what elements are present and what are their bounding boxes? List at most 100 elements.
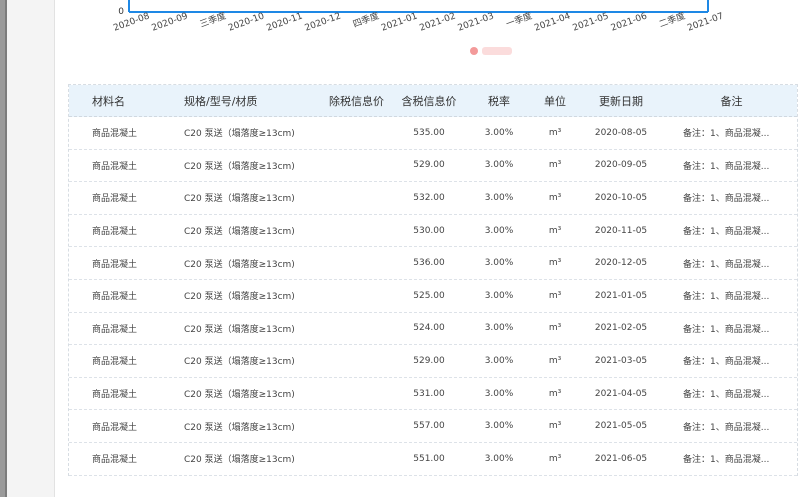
cell-unit: m³	[548, 225, 562, 236]
cell-price-pre-tax	[319, 182, 394, 214]
x-axis-label: 2020-12	[304, 11, 343, 33]
cell-note[interactable]: 备注：1、商品混凝...	[666, 410, 797, 442]
cell-note[interactable]: 备注：1、商品混凝...	[666, 247, 797, 279]
price-table: 材料名 规格/型号/材质 除税信息价 含税信息价 税率 单位 更新日期 备注 商…	[68, 84, 798, 476]
cell-spec: C20 泵送（塌落度≥13cm)	[184, 292, 295, 303]
cell-unit: m³	[548, 421, 562, 432]
cell-price-tax: 529.00	[413, 355, 445, 366]
cell-spec: C20 泵送（塌落度≥13cm)	[184, 161, 295, 172]
cell-update-date: 2021-05-05	[594, 421, 648, 432]
table-row[interactable]: 商品混凝土 C20 泵送（塌落度≥13cm) 529.00 3.00% m³ 2…	[69, 150, 797, 183]
x-axis-label: 2021-03	[457, 11, 496, 33]
cell-note[interactable]: 备注：1、商品混凝...	[666, 443, 797, 475]
cell-price-pre-tax	[319, 150, 394, 182]
table-row[interactable]: 商品混凝土 C20 泵送（塌落度≥13cm) 529.00 3.00% m³ 2…	[69, 345, 797, 378]
header-unit[interactable]: 单位	[534, 85, 576, 116]
cell-price-pre-tax	[319, 247, 394, 279]
cell-note[interactable]: 备注：1、商品混凝...	[666, 345, 797, 377]
cell-tax-rate: 3.00%	[484, 258, 514, 269]
cell-tax-rate: 3.00%	[484, 421, 514, 432]
header-price-tax[interactable]: 含税信息价	[394, 85, 464, 116]
cell-note[interactable]: 备注：1、商品混凝...	[666, 182, 797, 214]
x-axis-label: 2020-10	[227, 11, 266, 33]
table-row[interactable]: 商品混凝土 C20 泵送（塌落度≥13cm) 530.00 3.00% m³ 2…	[69, 215, 797, 248]
x-axis-label: 2021-06	[610, 11, 649, 33]
table-header: 材料名 规格/型号/材质 除税信息价 含税信息价 税率 单位 更新日期 备注	[69, 85, 797, 117]
cell-price-pre-tax	[319, 345, 394, 377]
cell-material-name: 商品混凝土	[92, 455, 138, 466]
cell-tax-rate: 3.00%	[484, 127, 514, 138]
cell-material-name: 商品混凝土	[92, 324, 138, 335]
table-row[interactable]: 商品混凝土 C20 泵送（塌落度≥13cm) 536.00 3.00% m³ 2…	[69, 247, 797, 280]
table-row[interactable]: 商品混凝土 C20 泵送（塌落度≥13cm) 531.00 3.00% m³ 2…	[69, 378, 797, 411]
header-note[interactable]: 备注	[666, 85, 797, 116]
cell-unit: m³	[548, 323, 562, 334]
cell-spec: C20 泵送（塌落度≥13cm)	[184, 259, 295, 270]
cell-material-name: 商品混凝土	[92, 161, 138, 172]
header-material-name[interactable]: 材料名	[69, 85, 167, 116]
table-row[interactable]: 商品混凝土 C20 泵送（塌落度≥13cm) 524.00 3.00% m³ 2…	[69, 313, 797, 346]
cell-tax-rate: 3.00%	[484, 388, 514, 399]
cell-material-name: 商品混凝土	[92, 227, 138, 238]
cell-update-date: 2020-09-05	[594, 160, 648, 171]
cell-unit: m³	[548, 355, 562, 366]
cell-material-name: 商品混凝土	[92, 390, 138, 401]
header-tax-rate[interactable]: 税率	[464, 85, 534, 116]
table-row[interactable]: 商品混凝土 C20 泵送（塌落度≥13cm) 551.00 3.00% m³ 2…	[69, 443, 797, 476]
cell-unit: m³	[548, 258, 562, 269]
table-row[interactable]: 商品混凝土 C20 泵送（塌落度≥13cm) 557.00 3.00% m³ 2…	[69, 410, 797, 443]
cell-update-date: 2021-06-05	[594, 453, 648, 464]
cell-price-tax: 530.00	[413, 225, 445, 236]
y-axis-tick-0: 0	[118, 7, 124, 17]
cell-price-tax: 535.00	[413, 127, 445, 138]
cell-note[interactable]: 备注：1、商品混凝...	[666, 150, 797, 182]
cell-update-date: 2020-11-05	[594, 225, 648, 236]
cell-material-name: 商品混凝土	[92, 194, 138, 205]
x-axis-label: 2021-07	[686, 11, 725, 33]
header-update-date[interactable]: 更新日期	[576, 85, 666, 116]
cell-price-tax: 532.00	[413, 192, 445, 203]
price-trend-chart: 0 2020-08 2020-09 三季度 2020-10 2020-11 2020-12…	[56, 0, 805, 66]
cell-price-tax: 551.00	[413, 453, 445, 464]
cell-price-pre-tax	[319, 443, 394, 475]
x-axis-label: 2020-09	[151, 11, 190, 33]
cell-spec: C20 泵送（塌落度≥13cm)	[184, 227, 295, 238]
cell-note[interactable]: 备注：1、商品混凝...	[666, 117, 797, 149]
cell-price-pre-tax	[319, 378, 394, 410]
cell-note[interactable]: 备注：1、商品混凝...	[666, 280, 797, 312]
cell-update-date: 2021-03-05	[594, 355, 648, 366]
cell-tax-rate: 3.00%	[484, 160, 514, 171]
cell-tax-rate: 3.00%	[484, 453, 514, 464]
cell-unit: m³	[548, 453, 562, 464]
cell-update-date: 2021-04-05	[594, 388, 648, 399]
cell-spec: C20 泵送（塌落度≥13cm)	[184, 194, 295, 205]
x-axis-label: 2021-01	[380, 11, 419, 33]
cell-spec: C20 泵送（塌落度≥13cm)	[184, 455, 295, 466]
header-price-pre-tax[interactable]: 除税信息价	[319, 85, 394, 116]
cell-spec: C20 泵送（塌落度≥13cm)	[184, 422, 295, 433]
cell-price-tax: 531.00	[413, 388, 445, 399]
table-row[interactable]: 商品混凝土 C20 泵送（塌落度≥13cm) 532.00 3.00% m³ 2…	[69, 182, 797, 215]
table-row[interactable]: 商品混凝土 C20 泵送（塌落度≥13cm) 535.00 3.00% m³ 2…	[69, 117, 797, 150]
cell-material-name: 商品混凝土	[92, 422, 138, 433]
header-spec[interactable]: 规格/型号/材质	[167, 85, 319, 116]
cell-spec: C20 泵送（塌落度≥13cm)	[184, 390, 295, 401]
cell-material-name: 商品混凝土	[92, 129, 138, 140]
cell-price-pre-tax	[319, 215, 394, 247]
cell-tax-rate: 3.00%	[484, 355, 514, 366]
cell-note[interactable]: 备注：1、商品混凝...	[666, 215, 797, 247]
legend-marker[interactable]	[470, 47, 478, 55]
cell-price-tax: 536.00	[413, 258, 445, 269]
legend-label-blurred	[482, 47, 512, 55]
cell-unit: m³	[548, 192, 562, 203]
cell-unit: m³	[548, 160, 562, 171]
cell-material-name: 商品混凝土	[92, 292, 138, 303]
cell-spec: C20 泵送（塌落度≥13cm)	[184, 129, 295, 140]
cell-note[interactable]: 备注：1、商品混凝...	[666, 378, 797, 410]
cell-note[interactable]: 备注：1、商品混凝...	[666, 313, 797, 345]
cell-update-date: 2021-01-05	[594, 290, 648, 301]
cell-price-tax: 557.00	[413, 421, 445, 432]
cell-update-date: 2020-12-05	[594, 258, 648, 269]
table-row[interactable]: 商品混凝土 C20 泵送（塌落度≥13cm) 525.00 3.00% m³ 2…	[69, 280, 797, 313]
x-axis-label: 2021-04	[533, 11, 572, 33]
